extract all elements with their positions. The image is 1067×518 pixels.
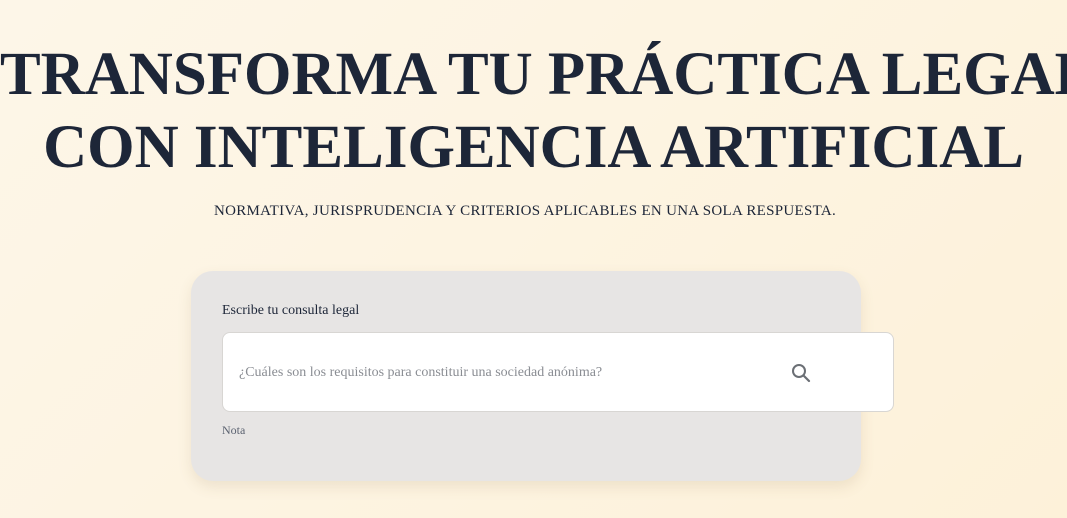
hero-subtitle: NORMATIVA, JURISPRUDENCIA Y CRITERIOS AP… (213, 203, 837, 219)
hero-title-line-1: TRANSFORMA TU PRÁCTICA LEGAL (0, 41, 1067, 108)
note-text: Nota (222, 423, 246, 437)
search-input[interactable] (239, 353, 779, 393)
search-icon[interactable] (791, 363, 811, 383)
hero-title-line-2: CON INTELIGENCIA ARTIFICIAL (43, 114, 1024, 181)
hero-title: TRANSFORMA TU PRÁCTICA LEGAL CON INTELIG… (0, 38, 1067, 184)
query-label: Escribe tu consulta legal (222, 303, 360, 318)
search-box[interactable] (222, 332, 894, 412)
